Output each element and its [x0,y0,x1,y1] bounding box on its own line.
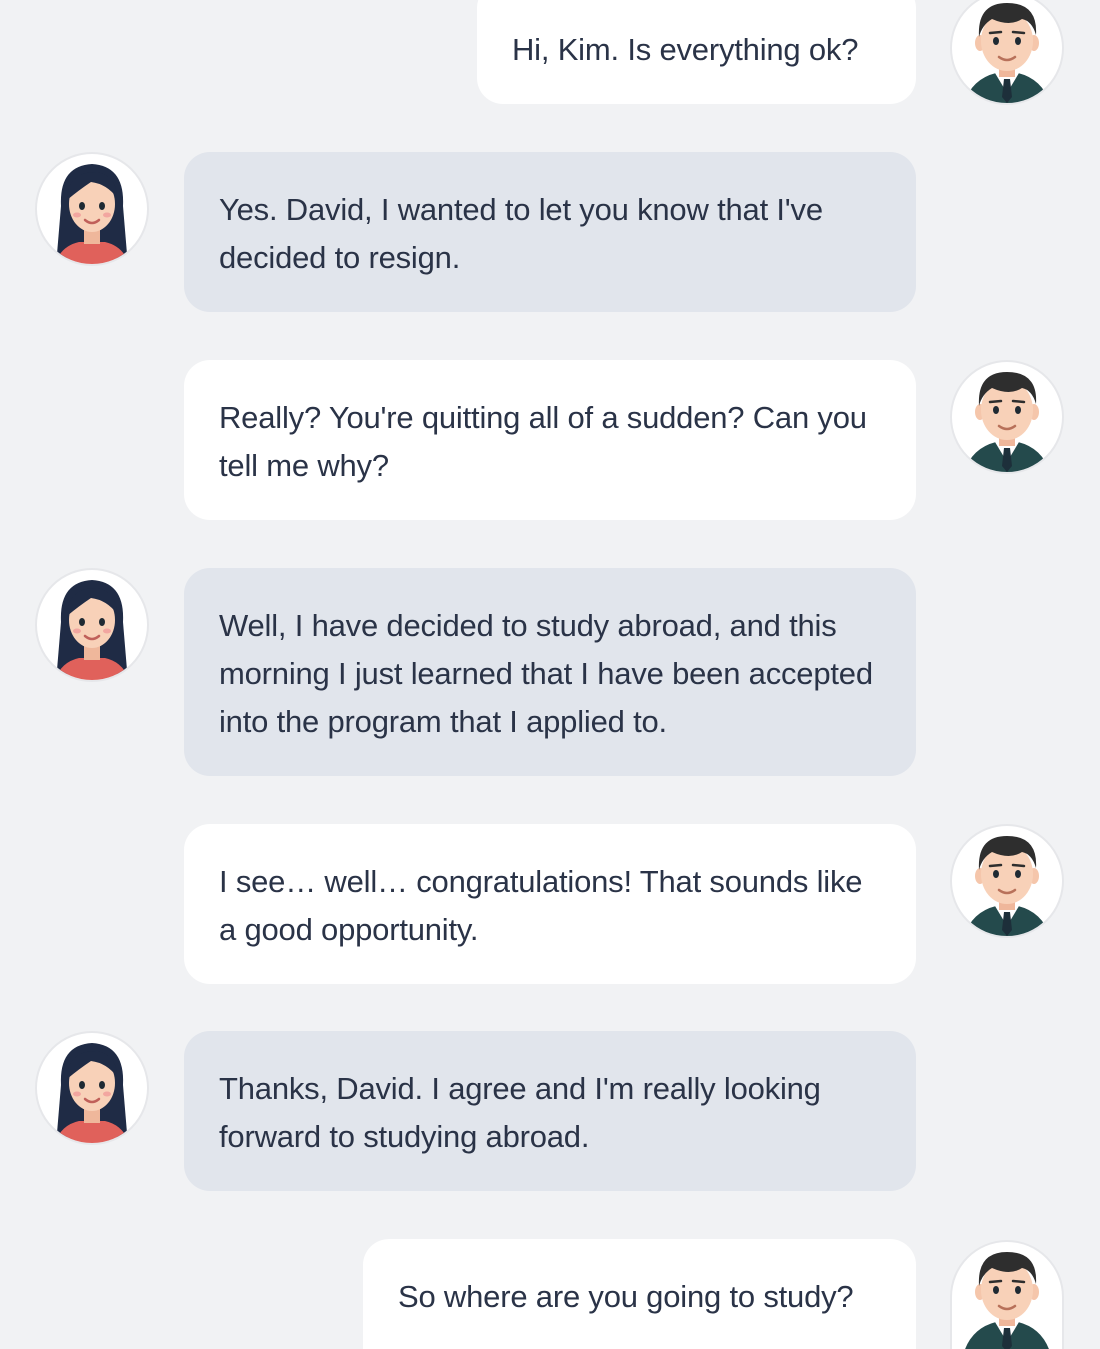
kim-avatar-icon [35,1031,149,1145]
message-bubble-david: So where are you going to study? [363,1239,916,1349]
kim-avatar-icon [35,568,149,682]
message-bubble-kim: Well, I have decided to study abroad, an… [184,568,916,776]
kim-avatar-icon [35,152,149,266]
david-avatar-icon [950,360,1064,474]
message-bubble-david: Hi, Kim. Is everything ok? [477,0,916,104]
david-avatar-icon [950,1240,1064,1349]
message-text: Thanks, David. I agree and I'm really lo… [219,1071,821,1154]
message-text: Yes. David, I wanted to let you know tha… [219,192,823,275]
chat-thread: Hi, Kim. Is everything ok? Yes. David, I… [0,0,1100,1349]
message-text: So where are you going to study? [398,1279,854,1314]
message-text: I see… well… congratulations! That sound… [219,864,863,947]
message-text: Well, I have decided to study abroad, an… [219,608,873,739]
message-bubble-david: I see… well… congratulations! That sound… [184,824,916,984]
message-bubble-kim: Yes. David, I wanted to let you know tha… [184,152,916,312]
message-bubble-david: Really? You're quitting all of a sudden?… [184,360,916,520]
message-bubble-kim: Thanks, David. I agree and I'm really lo… [184,1031,916,1191]
message-text: Hi, Kim. Is everything ok? [512,32,859,67]
david-avatar-icon [950,824,1064,938]
david-avatar-icon [950,0,1064,105]
message-text: Really? You're quitting all of a sudden?… [219,400,867,483]
